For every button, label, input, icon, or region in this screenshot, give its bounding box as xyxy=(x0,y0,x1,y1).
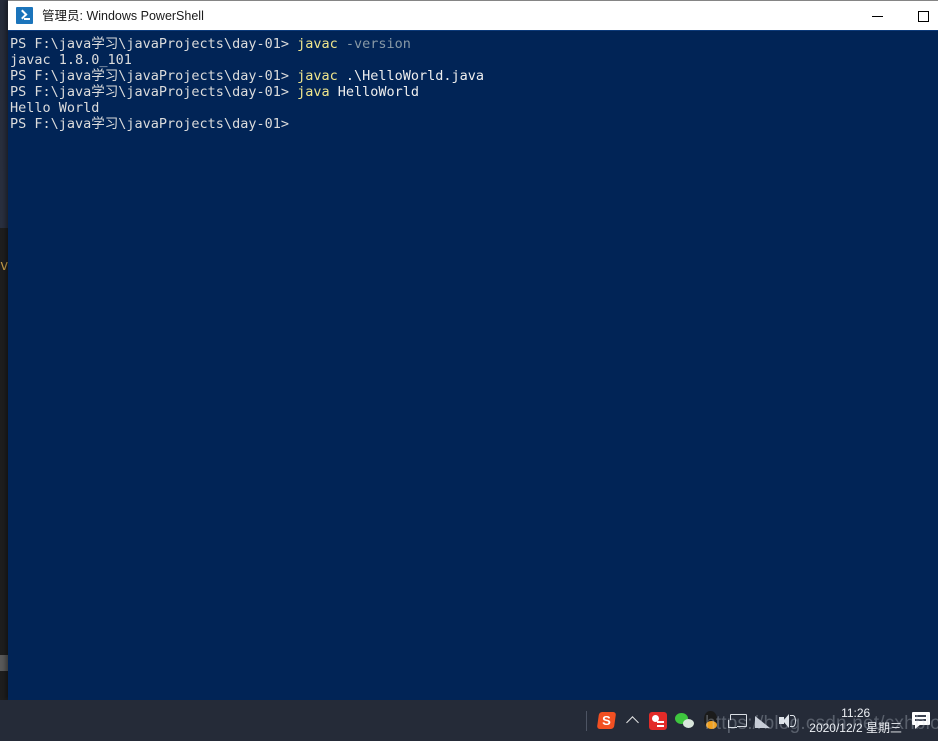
minimize-button[interactable] xyxy=(854,1,900,31)
window-titlebar[interactable]: 管理员: Windows PowerShell xyxy=(8,0,938,30)
terminal-text-segment: javac xyxy=(297,68,346,84)
terminal-text-segment: PS F:\java学习\javaProjects\day-01> xyxy=(10,84,298,100)
network-icon[interactable] xyxy=(749,700,775,741)
maximize-button[interactable] xyxy=(900,1,938,31)
powershell-icon xyxy=(16,7,33,24)
youdao-glyph xyxy=(649,711,668,730)
clock-date: 2020/12/2 星期三 xyxy=(809,720,902,735)
show-hidden-icons-chevron-icon[interactable] xyxy=(619,700,645,741)
chevron-up-icon xyxy=(625,716,639,729)
terminal-lines: PS F:\java学习\javaProjects\day-01> javac … xyxy=(10,36,938,132)
qq-icon[interactable] xyxy=(697,700,723,741)
action-center-lines xyxy=(915,715,926,717)
wechat-icon[interactable] xyxy=(671,700,697,741)
window-title: 管理员: Windows PowerShell xyxy=(42,8,204,23)
window-controls xyxy=(854,1,938,31)
terminal-text-segment: HelloWorld xyxy=(337,84,420,100)
qq-penguin-glyph xyxy=(702,711,719,730)
taskbar[interactable]: 11:26 2020/12/2 星期三 xyxy=(0,700,938,741)
volume-icon[interactable] xyxy=(775,700,801,741)
action-center-button[interactable] xyxy=(912,700,938,741)
speaker-glyph xyxy=(779,713,797,729)
tray-divider xyxy=(586,710,588,731)
terminal-line: PS F:\java学习\javaProjects\day-01> java H… xyxy=(10,84,938,100)
terminal-line: Hello World xyxy=(10,100,938,116)
terminal-text-segment: Hello World xyxy=(10,100,100,116)
terminal-line: javac 1.8.0_101 xyxy=(10,52,938,68)
terminal-text-segment: PS F:\java学习\javaProjects\day-01> xyxy=(10,116,289,132)
terminal-text-segment: javac xyxy=(297,36,346,52)
terminal-text-segment: PS F:\java学习\javaProjects\day-01> xyxy=(10,68,298,84)
taskbar-clock[interactable]: 11:26 2020/12/2 星期三 xyxy=(801,706,912,736)
terminal-output-area[interactable]: PS F:\java学习\javaProjects\day-01> javac … xyxy=(8,30,938,700)
terminal-line: PS F:\java学习\javaProjects\day-01> xyxy=(10,116,938,132)
sogou-glyph xyxy=(596,712,616,729)
powershell-window[interactable]: 管理员: Windows PowerShell PS F:\java学习\jav… xyxy=(8,0,938,700)
terminal-text-segment: .\HelloWorld.java xyxy=(345,68,485,84)
display-settings-icon[interactable] xyxy=(723,700,749,741)
terminal-text-segment: javac 1.8.0_101 xyxy=(10,52,132,68)
minimize-icon xyxy=(871,15,883,17)
terminal-line: PS F:\java学习\javaProjects\day-01> javac … xyxy=(10,36,938,52)
maximize-icon xyxy=(917,10,929,22)
sogou-input-icon[interactable] xyxy=(593,700,619,741)
terminal-text-segment: java xyxy=(297,84,338,100)
terminal-line: PS F:\java学习\javaProjects\day-01> javac … xyxy=(10,68,938,84)
system-tray: 11:26 2020/12/2 星期三 xyxy=(580,700,938,741)
clock-time: 11:26 xyxy=(841,705,871,720)
network-glyph xyxy=(754,714,771,728)
monitor-glyph xyxy=(727,713,747,728)
terminal-text-segment: PS F:\java学习\javaProjects\day-01> xyxy=(10,36,298,52)
speaker-wave-icon xyxy=(790,714,797,727)
action-center-icon xyxy=(912,712,932,729)
terminal-text-segment: -version xyxy=(345,36,411,52)
screen: v 管理员: Windows PowerShell PS F:\java学习\j… xyxy=(0,0,938,741)
wechat-glyph xyxy=(674,713,694,728)
youdao-dictionary-icon[interactable] xyxy=(645,700,671,741)
